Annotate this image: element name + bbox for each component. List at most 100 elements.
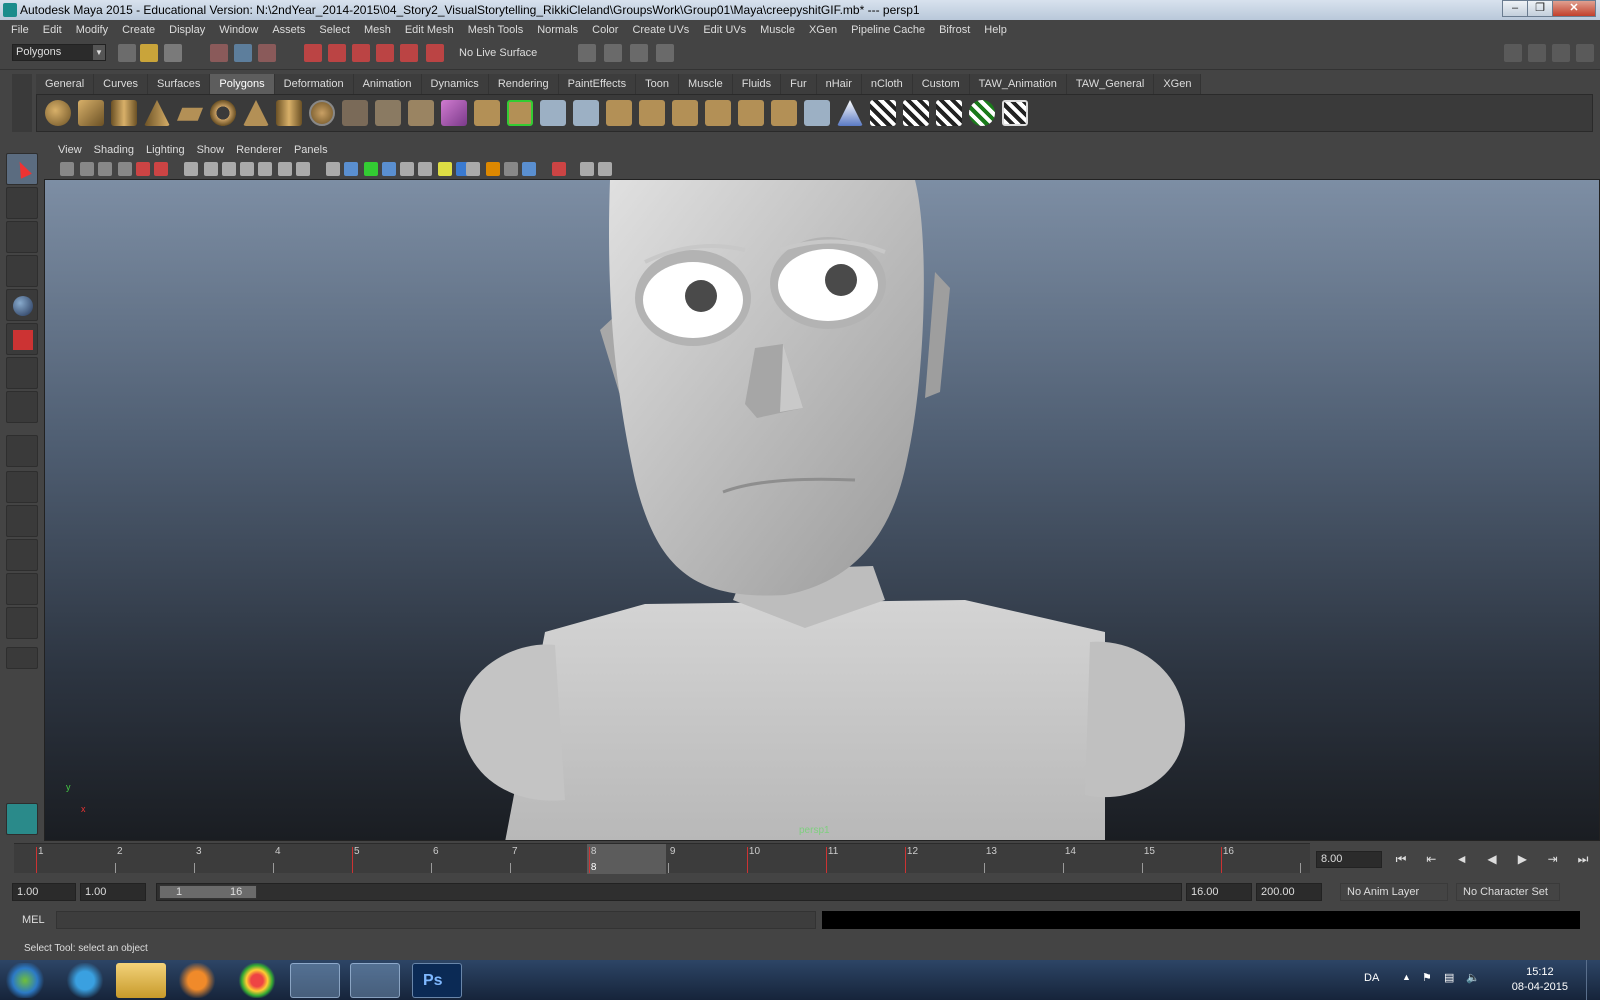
action-center-flag-icon[interactable]: ⚑ [1422, 971, 1432, 984]
panel-menu-panels[interactable]: Panels [288, 144, 334, 156]
paint-select-tool-icon[interactable] [6, 221, 38, 253]
attribute-editor-icon[interactable] [1528, 44, 1546, 62]
shelf-tab-ncloth[interactable]: nCloth [861, 74, 913, 94]
poly-prism-icon[interactable] [243, 100, 269, 126]
checker-uv-icon[interactable] [870, 100, 896, 126]
panel-menu-renderer[interactable]: Renderer [230, 144, 288, 156]
smooth-icon[interactable] [408, 100, 434, 126]
maya-taskbar-icon[interactable] [290, 963, 340, 998]
menu-assets[interactable]: Assets [265, 24, 312, 36]
lasso-tool-icon[interactable] [6, 187, 38, 219]
combine-icon[interactable] [342, 100, 368, 126]
range-slider-handle[interactable]: 1 16 [159, 885, 257, 899]
shelf-tab-toon[interactable]: Toon [636, 74, 679, 94]
shelf-tab-muscle[interactable]: Muscle [678, 74, 733, 94]
current-frame-field[interactable]: 8.00 [1316, 851, 1382, 868]
modeling-toolkit-icon[interactable] [1504, 44, 1522, 62]
motion-blur-icon[interactable] [486, 162, 500, 176]
shelf-tab-fur[interactable]: Fur [781, 74, 817, 94]
booleans-icon[interactable] [441, 100, 467, 126]
menu-mesh[interactable]: Mesh [357, 24, 398, 36]
rotate-tool-icon[interactable] [6, 289, 38, 321]
reduce-icon[interactable] [771, 100, 797, 126]
default-material-icon[interactable] [382, 162, 396, 176]
snap-curve-icon[interactable] [328, 44, 346, 62]
custom-layout-icon[interactable] [6, 607, 38, 639]
grease-pencil-icon[interactable] [154, 162, 168, 176]
snap-grid-icon[interactable] [304, 44, 322, 62]
menu-bifrost[interactable]: Bifrost [932, 24, 977, 36]
wireframe-icon[interactable] [326, 162, 340, 176]
image-plane-icon[interactable] [118, 162, 132, 176]
smooth-shade-icon[interactable] [344, 162, 358, 176]
panel-menu-view[interactable]: View [52, 144, 88, 156]
menu-edit-mesh[interactable]: Edit Mesh [398, 24, 461, 36]
select-camera-icon[interactable] [60, 162, 74, 176]
magnet-icon[interactable] [426, 44, 444, 62]
current-frame-marker[interactable] [586, 844, 666, 874]
playback-start-field[interactable]: 1.00 [80, 883, 146, 901]
viewport-persp[interactable]: y x persp1 [44, 179, 1600, 841]
menu-edit[interactable]: Edit [36, 24, 69, 36]
all-lights-icon[interactable] [438, 162, 452, 176]
file-explorer-icon[interactable] [116, 963, 166, 998]
poly-plane-icon[interactable] [177, 107, 203, 121]
minimize-icon[interactable]: ‒ [1502, 0, 1528, 17]
bevel-icon[interactable] [705, 100, 731, 126]
film-gate-icon[interactable] [204, 162, 218, 176]
more-layouts-chevron-icon[interactable] [6, 647, 38, 669]
graph-persp-layout-icon[interactable] [6, 539, 38, 571]
poly-platonic-icon[interactable] [309, 100, 335, 126]
fill-hole-icon[interactable] [738, 100, 764, 126]
soft-mod-icon[interactable] [837, 100, 863, 126]
chrome-icon[interactable] [232, 963, 282, 998]
render-settings-icon[interactable] [630, 44, 648, 62]
menu-display[interactable]: Display [162, 24, 212, 36]
split-polygon-icon[interactable] [573, 100, 599, 126]
menu-help[interactable]: Help [977, 24, 1014, 36]
move-tool-icon[interactable] [6, 255, 38, 287]
xray-active-icon[interactable] [598, 162, 612, 176]
safe-title-icon[interactable] [296, 162, 310, 176]
make-live-icon[interactable] [400, 44, 418, 62]
shelf-tab-rendering[interactable]: Rendering [488, 74, 559, 94]
poly-cylinder-icon[interactable] [111, 100, 137, 126]
grid-icon[interactable] [184, 162, 198, 176]
taskbar-clock[interactable]: 15:12 08-04-2015 [1512, 965, 1568, 995]
step-forward-key-icon[interactable]: ⇥ [1540, 851, 1566, 868]
bridge-icon[interactable] [507, 100, 533, 126]
2d-pan-zoom-icon[interactable] [136, 162, 150, 176]
range-slider[interactable]: 1 16 [156, 883, 1182, 901]
wireframe-on-shaded-icon[interactable] [364, 162, 378, 176]
shelf-tab-surfaces[interactable]: Surfaces [147, 74, 211, 94]
merge-icon[interactable] [672, 100, 698, 126]
mel-language-toggle[interactable]: MEL [16, 911, 54, 929]
menu-color[interactable]: Color [585, 24, 625, 36]
select-hierarchy-icon[interactable] [210, 44, 228, 62]
new-scene-icon[interactable] [118, 44, 136, 62]
shelf-menu-toggle[interactable] [12, 74, 32, 132]
poly-cone-icon[interactable] [144, 100, 170, 126]
isolate-select-icon[interactable] [552, 162, 566, 176]
textured-icon[interactable] [418, 162, 432, 176]
shelf-tab-animation[interactable]: Animation [353, 74, 422, 94]
single-perspective-layout-icon[interactable] [6, 435, 38, 467]
channel-box-icon[interactable] [1576, 44, 1594, 62]
panel-menu-shading[interactable]: Shading [88, 144, 140, 156]
menu-mesh-tools[interactable]: Mesh Tools [461, 24, 530, 36]
xray-joints-icon[interactable] [580, 162, 594, 176]
menu-pipeline-cache[interactable]: Pipeline Cache [844, 24, 932, 36]
photoshop-taskbar-icon[interactable]: Ps [412, 963, 462, 998]
four-view-layout-icon[interactable] [6, 471, 38, 503]
safe-action-icon[interactable] [278, 162, 292, 176]
go-to-end-icon[interactable]: ⏭ [1570, 851, 1596, 868]
select-component-icon[interactable] [258, 44, 276, 62]
extrude-icon[interactable] [474, 100, 500, 126]
poly-pipe-icon[interactable] [276, 100, 302, 126]
hypershade-persp-layout-icon[interactable] [6, 573, 38, 605]
panel-menu-lighting[interactable]: Lighting [140, 144, 191, 156]
gate-mask-icon[interactable] [240, 162, 254, 176]
bookmarks-icon[interactable] [98, 162, 112, 176]
poly-cube-icon[interactable] [78, 100, 104, 126]
shelf-tab-fluids[interactable]: Fluids [732, 74, 782, 94]
